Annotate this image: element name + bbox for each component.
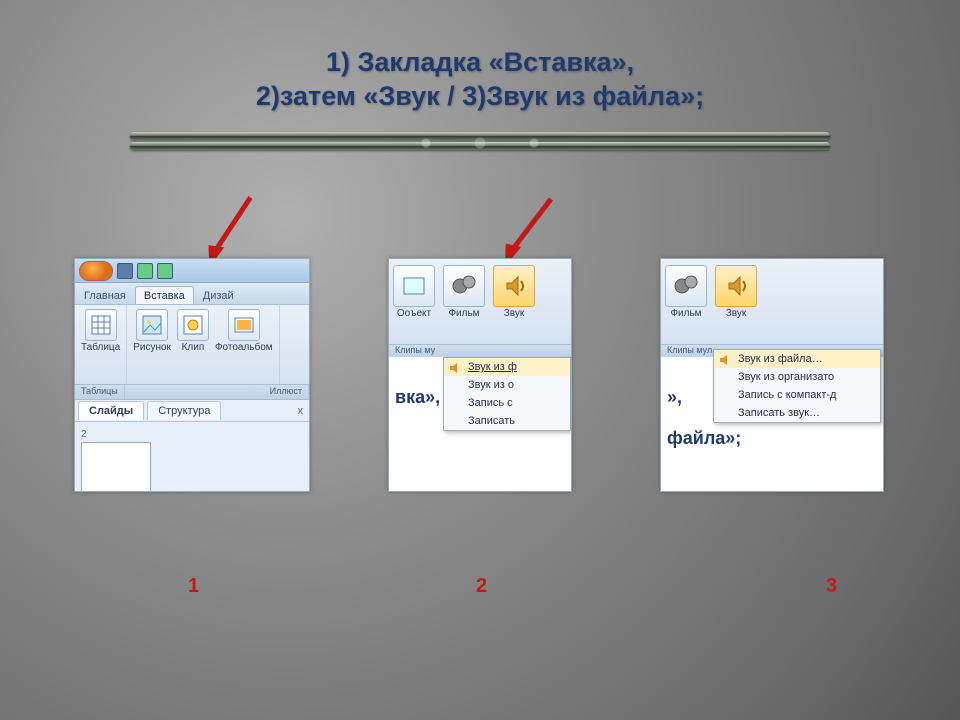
sound-icon-3 (715, 265, 757, 307)
menu-record-sound[interactable]: Записать (444, 412, 570, 430)
movie-label-3: Фильм (670, 309, 701, 319)
caption-2: 2 (476, 575, 487, 598)
ribbon-group-labels: Таблицы Иллюст (75, 385, 309, 400)
slide-thumbnail-pane: 2 (75, 422, 309, 492)
slide-thumbnail[interactable] (81, 442, 151, 492)
ribbon-insert: Таблица Рисунок Клип Фотоальбом (75, 305, 309, 385)
caption-3: 3 (826, 575, 837, 598)
table-icon[interactable] (85, 309, 117, 341)
close-icon[interactable]: x (298, 405, 304, 417)
object-label: Ооъект (397, 309, 431, 319)
menu-record-cd[interactable]: Запись с (444, 394, 570, 412)
screenshot-panel-1: Главная Вставка Дизай Таблица Рисунок Кл… (74, 258, 310, 492)
menu-sound-from-file[interactable]: Звук из ф (444, 358, 570, 376)
menu-sound-from-organizer[interactable]: Звук из о (444, 376, 570, 394)
office-button[interactable] (79, 261, 113, 281)
object-icon (393, 265, 435, 307)
photoalbum-icon[interactable] (228, 309, 260, 341)
sound-icon (493, 265, 535, 307)
nav-tab-slides[interactable]: Слайды (78, 401, 144, 420)
object-button[interactable]: Ооъект (389, 265, 439, 319)
redo-icon[interactable] (157, 263, 173, 279)
sound-label: Звук (504, 309, 525, 319)
ribbon-media: Ооъект Фильм Звук (389, 259, 571, 345)
ribbon-media-3: Фильм Звук (661, 259, 883, 345)
doc-text-fragment-3b: файла»; (667, 428, 877, 449)
decorative-divider (130, 132, 830, 154)
tab-insert[interactable]: Вставка (135, 286, 194, 304)
undo-icon[interactable] (137, 263, 153, 279)
title-line-2: 2)затем «Звук / 3)Звук из файла»; (0, 80, 960, 114)
photoalbum-label: Фотоальбом (215, 343, 273, 353)
menu-record-cd-3[interactable]: Запись с компакт-д (714, 386, 880, 404)
quick-access-toolbar (75, 259, 309, 283)
ribbon-group-tables: Таблица (75, 305, 127, 384)
instruction-title: 1) Закладка «Вставка», 2)затем «Звук / 3… (0, 0, 960, 114)
clip-label: Клип (182, 343, 205, 353)
sound-label-3: Звук (726, 309, 747, 319)
ribbon-tabs: Главная Вставка Дизай (75, 283, 309, 305)
movie-icon-3 (665, 265, 707, 307)
sound-button-3[interactable]: Звук (711, 265, 761, 319)
picture-icon[interactable] (136, 309, 168, 341)
sound-dropdown-menu-3: Звук из файла… Звук из организато Запись… (713, 349, 881, 423)
caption-1: 1 (188, 575, 199, 598)
clip-icon[interactable] (177, 309, 209, 341)
group-label-illustrations: Иллюст (125, 385, 309, 399)
sound-button[interactable]: Звук (489, 265, 539, 319)
movie-button[interactable]: Фильм (439, 265, 489, 319)
ribbon-group-label-media: Клипы му (389, 345, 571, 357)
save-icon[interactable] (117, 263, 133, 279)
screenshot-panel-3: Фильм Звук Клипы мул », файла»; Звук из … (660, 258, 884, 492)
nav-tab-structure[interactable]: Структура (147, 401, 221, 420)
screenshot-panel-2: Ооъект Фильм Звук Клипы му вка», Звук из… (388, 258, 572, 492)
movie-button-3[interactable]: Фильм (661, 265, 711, 319)
doc-text-fragment: вка», (395, 387, 440, 407)
menu-record-sound-3[interactable]: Записать звук… (714, 404, 880, 422)
table-label: Таблица (81, 343, 120, 353)
slide-number: 2 (81, 429, 87, 440)
movie-icon (443, 265, 485, 307)
tab-home[interactable]: Главная (75, 286, 135, 304)
menu-sound-from-file-3[interactable]: Звук из файла… (714, 350, 880, 368)
menu-sound-from-organizer-3[interactable]: Звук из организато (714, 368, 880, 386)
picture-label: Рисунок (133, 343, 171, 353)
nav-pane-tabs: Слайды Структура x (75, 400, 309, 422)
tab-design[interactable]: Дизай (194, 286, 243, 304)
ribbon-group-illustrations: Рисунок Клип Фотоальбом (127, 305, 279, 384)
movie-label: Фильм (448, 309, 479, 319)
group-label-tables: Таблицы (75, 385, 125, 399)
sound-dropdown-menu: Звук из ф Звук из о Запись с Записать (443, 357, 571, 431)
title-line-1: 1) Закладка «Вставка», (0, 46, 960, 80)
